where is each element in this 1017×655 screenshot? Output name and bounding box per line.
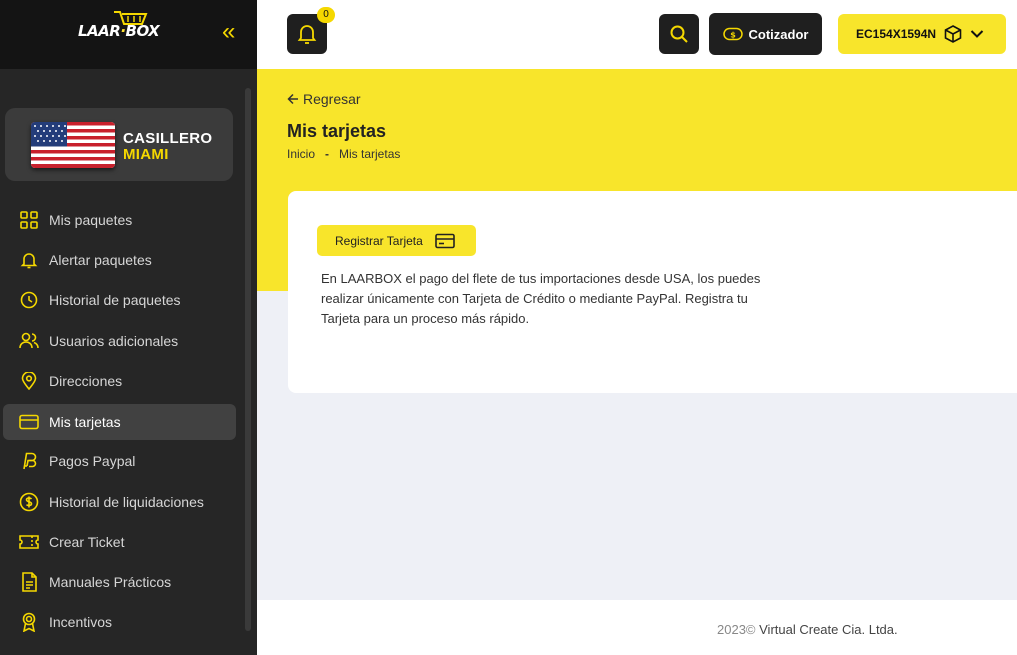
sidebar-item-crear-ticket[interactable]: Crear Ticket	[3, 524, 236, 560]
sidebar-item-mis-tarjetas[interactable]: Mis tarjetas	[3, 404, 236, 440]
sidebar-item-label: Crear Ticket	[49, 534, 125, 550]
sidebar-scrollbar[interactable]	[245, 88, 251, 631]
map-pin-icon	[19, 371, 39, 391]
grid-icon	[19, 210, 39, 230]
breadcrumb: Inicio - Mis tarjetas	[287, 147, 400, 161]
cotizador-button[interactable]: $ Cotizador	[709, 13, 822, 55]
laarbox-logo[interactable]: LAAR·BOX	[78, 22, 160, 40]
award-icon	[19, 612, 39, 632]
sidebar-item-label: Pagos Paypal	[49, 453, 136, 469]
notifications-badge: 0	[317, 7, 335, 23]
search-button[interactable]	[659, 14, 699, 54]
casillero-card[interactable]: CASILLERO MIAMI	[5, 108, 233, 181]
search-icon	[670, 25, 688, 43]
document-icon	[19, 572, 39, 592]
sidebar-item-direcciones[interactable]: Direcciones	[3, 363, 236, 399]
footer-copyright: 2023© Virtual Create Cia. Ltda.	[717, 622, 898, 637]
package-icon	[944, 25, 962, 43]
footer: 2023© Virtual Create Cia. Ltda.	[257, 600, 1017, 655]
money-icon: $	[722, 27, 743, 41]
account-dropdown[interactable]: EC154X1594N	[838, 14, 1006, 54]
paypal-icon	[19, 451, 39, 471]
breadcrumb-separator: -	[325, 147, 330, 161]
sidebar-item-historial-paquetes[interactable]: Historial de paquetes	[3, 282, 236, 318]
sidebar-item-label: Mis tarjetas	[49, 414, 121, 430]
sidebar-item-mis-paquetes[interactable]: Mis paquetes	[3, 202, 236, 238]
cards-description: En LAARBOX el pago del flete de tus impo…	[321, 271, 761, 326]
ticket-icon	[19, 532, 39, 552]
sidebar-item-historial-liquidaciones[interactable]: Historial de liquidaciones	[3, 484, 236, 520]
cards-panel: Registrar Tarjeta En LAARBOX el pago del…	[288, 191, 1017, 393]
back-label: Regresar	[303, 91, 361, 107]
breadcrumb-current: Mis tarjetas	[339, 147, 401, 161]
sidebar-item-pagos-paypal[interactable]: Pagos Paypal	[3, 443, 236, 479]
sidebar-item-label: Historial de liquidaciones	[49, 494, 204, 510]
brand-bar: LAAR·BOX «	[0, 0, 257, 69]
register-card-label: Registrar Tarjeta	[335, 233, 423, 248]
account-code: EC154X1594N	[856, 27, 937, 41]
casillero-subtitle: MIAMI	[123, 146, 169, 163]
arrow-left-icon	[287, 93, 298, 105]
dollar-circle-icon	[19, 492, 39, 512]
breadcrumb-home[interactable]: Inicio	[287, 147, 315, 161]
bell-icon	[19, 250, 39, 270]
chevron-down-icon	[970, 30, 984, 38]
sidebar-item-label: Incentivos	[49, 614, 113, 630]
svg-text:$: $	[730, 31, 736, 40]
collapse-sidebar-icon[interactable]: «	[222, 20, 235, 44]
bell-icon	[297, 25, 317, 44]
sidebar-item-alertar-paquetes[interactable]: Alertar paquetes	[3, 242, 236, 278]
register-card-button[interactable]: Registrar Tarjeta	[317, 225, 476, 256]
users-icon	[19, 331, 39, 351]
casillero-title: CASILLERO	[123, 130, 213, 147]
sidebar-item-label: Alertar paquetes	[49, 252, 152, 268]
sidebar-item-usuarios-adicionales[interactable]: Usuarios adicionales	[3, 323, 236, 359]
sidebar-item-label: Mis paquetes	[49, 212, 133, 228]
back-link[interactable]: Regresar	[287, 91, 361, 107]
clock-icon	[19, 290, 39, 310]
sidebar-item-manuales-practicos[interactable]: Manuales Prácticos	[3, 564, 236, 600]
sidebar: LAAR·BOX « CASILLERO MIAMI Mis paquetes …	[0, 0, 257, 655]
page-title: Mis tarjetas	[287, 121, 387, 141]
sidebar-item-label: Historial de paquetes	[49, 292, 181, 308]
credit-card-icon	[19, 412, 39, 432]
usa-flag-icon	[31, 122, 115, 168]
cotizador-label: Cotizador	[748, 26, 809, 42]
sidebar-item-label: Manuales Prácticos	[49, 574, 172, 590]
credit-card-icon	[435, 233, 455, 248]
sidebar-item-label: Direcciones	[49, 373, 123, 389]
sidebar-item-label: Usuarios adicionales	[49, 333, 179, 349]
sidebar-item-incentivos[interactable]: Incentivos	[3, 604, 236, 640]
top-bar: 0 $ Cotizador EC154X1594N	[257, 0, 1017, 69]
